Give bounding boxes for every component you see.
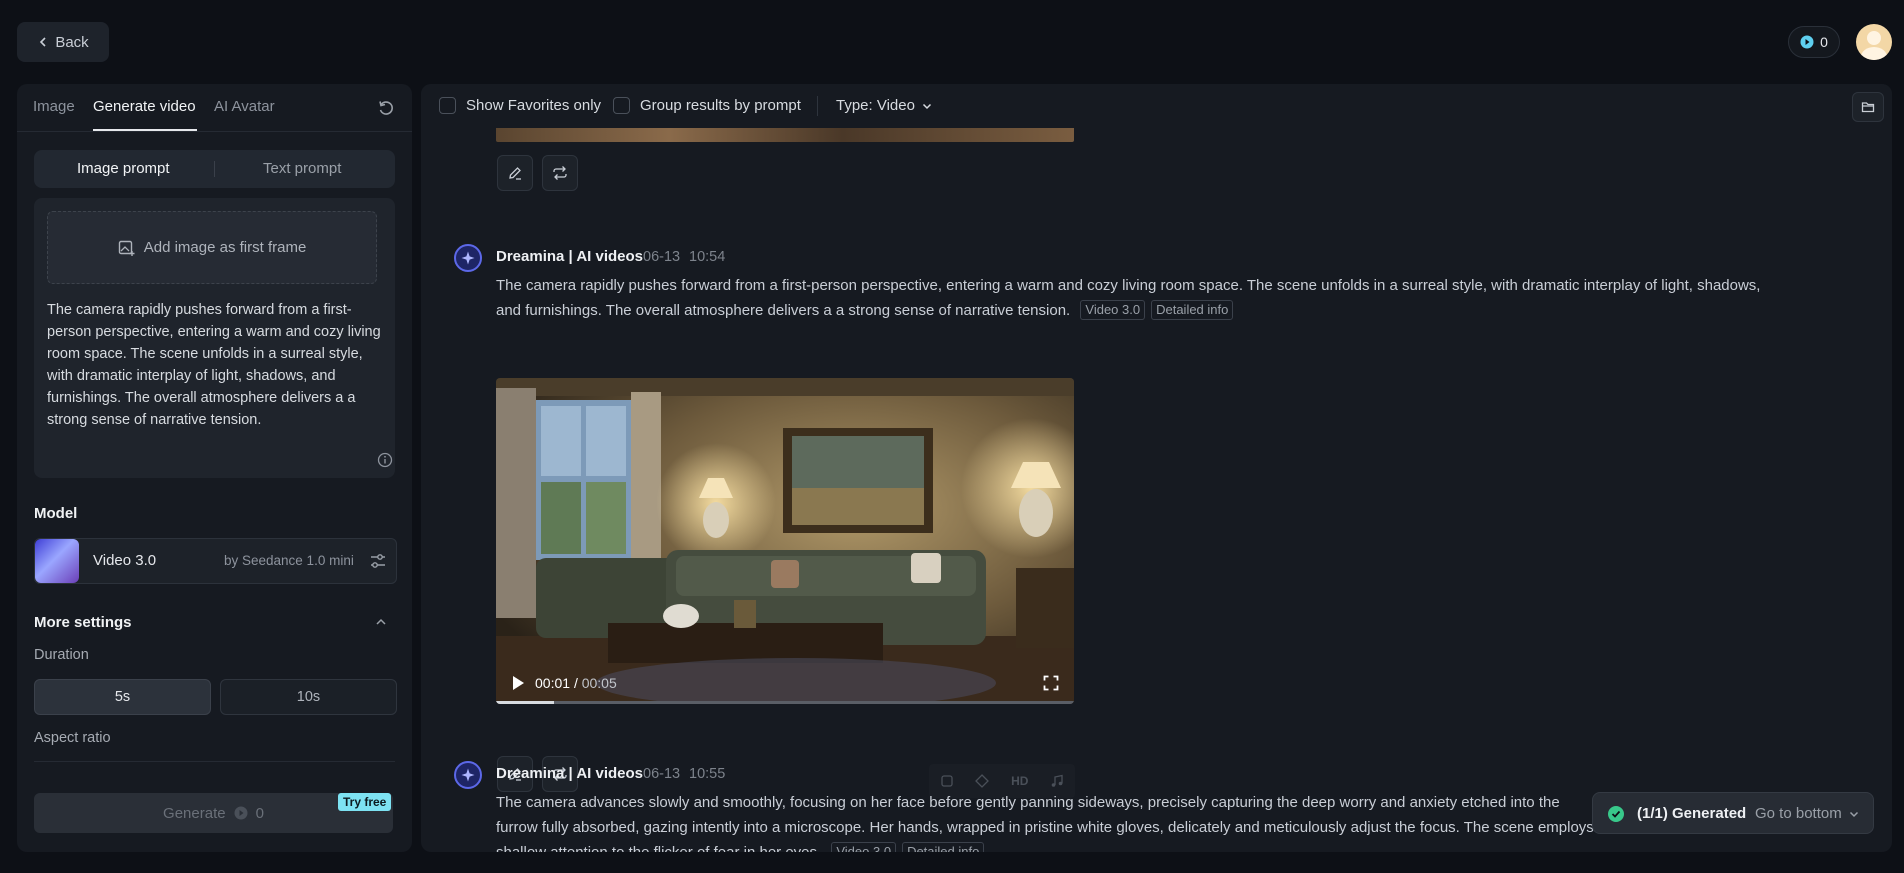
left-panel: Image Generate video AI Avatar Image pro… bbox=[17, 84, 412, 852]
effects-icon[interactable] bbox=[975, 774, 990, 788]
message-time: 10:54 bbox=[689, 249, 726, 265]
results-panel: Show Favorites only Group results by pro… bbox=[421, 84, 1892, 852]
video-time-separator: / bbox=[573, 675, 578, 691]
generated-count-label: (1/1) Generated bbox=[1637, 805, 1747, 822]
message-author: Dreamina | AI videos bbox=[496, 248, 644, 265]
video-progress-bar[interactable] bbox=[496, 701, 1074, 704]
generate-label: Generate bbox=[163, 804, 226, 822]
detailed-info-tag[interactable]: Detailed info bbox=[1151, 300, 1234, 320]
message-date: 06-13 bbox=[643, 249, 681, 265]
prompt-textarea[interactable]: The camera rapidly pushes forward from a… bbox=[47, 299, 382, 431]
duration-10s-button[interactable]: 10s bbox=[220, 679, 397, 715]
go-to-bottom-label: Go to bottom bbox=[1755, 805, 1842, 822]
detailed-info-tag[interactable]: Detailed info bbox=[902, 842, 985, 852]
divider bbox=[34, 761, 395, 762]
type-filter-dropdown[interactable]: Type: Video bbox=[836, 97, 933, 114]
dreamina-avatar bbox=[454, 761, 482, 789]
pencil-icon bbox=[509, 167, 521, 180]
try-free-badge: Try free bbox=[338, 793, 392, 811]
video-duration: 00:05 bbox=[581, 675, 617, 691]
chevron-down-icon bbox=[922, 103, 931, 109]
credit-coin-icon bbox=[234, 806, 248, 820]
top-bar: Back 0 bbox=[0, 0, 1904, 84]
credits-badge[interactable]: 0 bbox=[1788, 26, 1840, 58]
credit-coin-icon bbox=[1800, 35, 1814, 49]
text-prompt-option[interactable]: Text prompt bbox=[263, 160, 341, 177]
back-button[interactable]: Back bbox=[17, 22, 109, 62]
sparkle-icon bbox=[461, 251, 475, 265]
add-image-button[interactable]: Add image as first frame bbox=[47, 211, 377, 284]
tab-ai-avatar[interactable]: AI Avatar bbox=[214, 98, 275, 115]
video-time: 00:01 / 00:05 bbox=[535, 675, 617, 691]
folder-icon bbox=[1861, 102, 1875, 113]
chevron-down-icon bbox=[1849, 811, 1858, 817]
message-time: 10:55 bbox=[689, 766, 726, 782]
model-heading: Model bbox=[34, 505, 78, 522]
living-room-video-frame bbox=[496, 378, 1074, 704]
add-image-icon bbox=[118, 240, 135, 256]
video-current-time: 00:01 bbox=[535, 675, 571, 691]
group-by-prompt-checkbox[interactable] bbox=[613, 97, 630, 114]
message-author: Dreamina | AI videos bbox=[496, 765, 644, 782]
dreamina-avatar bbox=[454, 244, 482, 272]
prompt-text: The camera advances slowly and smoothly,… bbox=[496, 794, 1594, 852]
image-prompt-option[interactable]: Image prompt bbox=[77, 160, 170, 177]
user-avatar[interactable] bbox=[1856, 24, 1892, 60]
results-toolbar: Show Favorites only Group results by pro… bbox=[421, 84, 1892, 128]
model-name: Video 3.0 bbox=[93, 552, 157, 569]
prompt-mode-switch: Image prompt Text prompt bbox=[34, 150, 395, 188]
video-progress-fill bbox=[496, 701, 554, 704]
reset-icon[interactable] bbox=[376, 98, 396, 118]
duration-5s-button[interactable]: 5s bbox=[34, 679, 211, 715]
model-thumbnail bbox=[35, 539, 79, 583]
previous-video-thumbnail[interactable] bbox=[496, 128, 1074, 142]
active-tab-indicator bbox=[93, 129, 197, 131]
video-player[interactable]: 00:01 / 00:05 bbox=[496, 378, 1074, 704]
folder-button[interactable] bbox=[1852, 92, 1884, 122]
sparkle-icon bbox=[461, 768, 475, 782]
generate-cost: 0 bbox=[255, 804, 264, 822]
regenerate-button[interactable] bbox=[542, 155, 578, 191]
favorites-label[interactable]: Show Favorites only bbox=[466, 97, 601, 114]
message-prompt: The camera advances slowly and smoothly,… bbox=[496, 790, 1596, 852]
toolbar-divider bbox=[817, 96, 818, 116]
back-label: Back bbox=[55, 33, 89, 51]
add-image-label: Add image as first frame bbox=[143, 239, 307, 256]
segment-divider bbox=[214, 161, 215, 177]
generation-status-toast: (1/1) Generated Go to bottom bbox=[1592, 792, 1874, 834]
frame-interpolation-icon[interactable] bbox=[940, 774, 954, 788]
more-settings-heading[interactable]: More settings bbox=[34, 614, 132, 631]
chevron-left-icon bbox=[40, 37, 46, 47]
chevron-up-icon[interactable] bbox=[374, 615, 388, 629]
video-controls: 00:01 / 00:05 bbox=[496, 664, 1074, 704]
aspect-ratio-label: Aspect ratio bbox=[34, 730, 111, 746]
tab-image[interactable]: Image bbox=[33, 98, 75, 115]
edit-button[interactable] bbox=[497, 155, 533, 191]
model-provider: by Seedance 1.0 mini bbox=[224, 553, 354, 568]
duration-label: Duration bbox=[34, 647, 89, 663]
play-icon[interactable] bbox=[511, 675, 525, 691]
tab-generate-video[interactable]: Generate video bbox=[93, 98, 196, 115]
hd-upscale-button[interactable]: HD bbox=[1011, 774, 1028, 788]
prompt-box: Add image as first frame The camera rapi… bbox=[34, 198, 395, 478]
sliders-icon[interactable] bbox=[369, 552, 387, 570]
model-tag[interactable]: Video 3.0 bbox=[1080, 300, 1146, 320]
info-icon[interactable] bbox=[377, 452, 393, 468]
favorites-checkbox[interactable] bbox=[439, 97, 456, 114]
message-prompt: The camera rapidly pushes forward from a… bbox=[496, 273, 1786, 323]
mode-tabs: Image Generate video AI Avatar bbox=[17, 84, 412, 132]
repeat-icon bbox=[553, 166, 567, 180]
go-to-bottom-button[interactable]: Go to bottom bbox=[1755, 805, 1860, 822]
model-selector[interactable]: Video 3.0 by Seedance 1.0 mini bbox=[34, 538, 397, 584]
type-filter-label: Type: Video bbox=[836, 97, 915, 114]
credits-count: 0 bbox=[1820, 34, 1828, 50]
message-date: 06-13 bbox=[643, 766, 681, 782]
results-feed: Dreamina | AI videos 06-13 10:54 The cam… bbox=[421, 128, 1892, 852]
model-tag[interactable]: Video 3.0 bbox=[831, 842, 897, 852]
music-icon[interactable] bbox=[1050, 774, 1064, 788]
group-by-prompt-label[interactable]: Group results by prompt bbox=[640, 97, 801, 114]
check-circle-icon bbox=[1608, 806, 1624, 822]
fullscreen-icon[interactable] bbox=[1043, 675, 1059, 691]
